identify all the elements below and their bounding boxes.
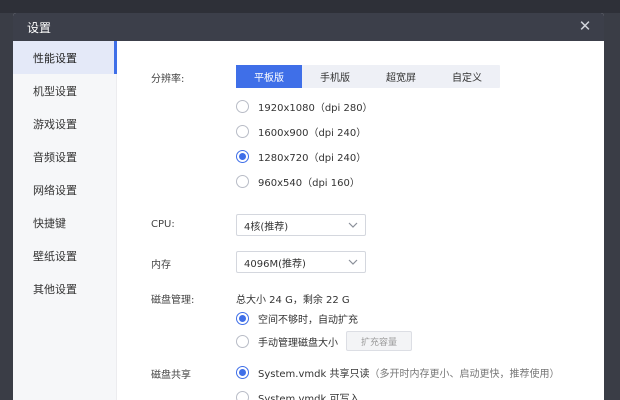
- radio-button[interactable]: [236, 175, 249, 188]
- disk-share-hint: （多开时内存更小、启动更快，推荐使用）: [369, 369, 560, 380]
- disk-summary: 总大小 24 G，剩余 22 G: [236, 295, 350, 306]
- settings-dialog: 设置 ✕ 性能设置 机型设置 游戏设置 音频设置 网络设置 快捷键 壁纸设置 其…: [13, 13, 604, 400]
- sidebar-item-wallpaper[interactable]: 壁纸设置: [13, 239, 116, 272]
- expand-capacity-button[interactable]: 扩充容量: [346, 331, 412, 351]
- memory-label: 内存: [151, 260, 171, 271]
- window-title: 设置: [27, 20, 52, 35]
- radio-button[interactable]: [236, 334, 249, 348]
- disk-option-label: 空间不够时，自动扩充: [258, 315, 358, 326]
- radio-button-checked[interactable]: [236, 150, 249, 163]
- resolution-tabs: 平板版 手机版 超宽屏 自定义: [236, 65, 500, 88]
- disk-share-option-readonly[interactable]: System.vmdk 共享只读 （多开时内存更小、启动更快，推荐使用）: [236, 365, 559, 380]
- chevron-down-icon: [348, 259, 358, 265]
- disk-share-option-label: System.vmdk 可写入: [258, 394, 360, 400]
- memory-select-value: 4096M(推荐): [244, 258, 306, 270]
- background-strip: [0, 0, 620, 13]
- resolution-option-1600[interactable]: 1600x900（dpi 240）: [236, 124, 366, 139]
- cpu-label: CPU:: [151, 219, 175, 230]
- disk-option-label: 手动管理磁盘大小: [258, 337, 338, 349]
- resolution-option-label: 960x540（dpi 160）: [258, 178, 360, 189]
- disk-option-auto[interactable]: 空间不够时，自动扩充: [236, 311, 358, 326]
- disk-share-option-label: System.vmdk 共享只读: [258, 369, 370, 380]
- disk-share-option-writable[interactable]: System.vmdk 可写入: [236, 390, 359, 400]
- resolution-option-label: 1920x1080（dpi 280）: [258, 103, 373, 114]
- tab-tablet[interactable]: 平板版: [236, 65, 302, 88]
- disk-share-label: 磁盘共享: [151, 370, 191, 381]
- disk-label: 磁盘管理:: [151, 295, 195, 306]
- sidebar: 性能设置 机型设置 游戏设置 音频设置 网络设置 快捷键 壁纸设置 其他设置: [13, 41, 117, 400]
- tab-ultrawide[interactable]: 超宽屏: [368, 65, 434, 88]
- resolution-label: 分辨率:: [151, 74, 185, 85]
- disk-option-manual[interactable]: 手动管理磁盘大小 扩充容量: [236, 331, 412, 351]
- radio-button[interactable]: [236, 125, 249, 138]
- radio-button-checked[interactable]: [236, 312, 249, 325]
- cpu-select[interactable]: 4核(推荐): [236, 214, 366, 236]
- title-bar: 设置 ✕: [13, 13, 604, 41]
- sidebar-item-device-model[interactable]: 机型设置: [13, 74, 116, 107]
- settings-content: 分辨率: 平板版 手机版 超宽屏 自定义 1920x1080（dpi 280） …: [117, 41, 604, 400]
- resolution-option-label: 1280x720（dpi 240）: [258, 153, 367, 164]
- resolution-option-1280[interactable]: 1280x720（dpi 240）: [236, 149, 366, 164]
- radio-button[interactable]: [236, 100, 249, 113]
- sidebar-item-other[interactable]: 其他设置: [13, 272, 116, 305]
- memory-select[interactable]: 4096M(推荐): [236, 251, 366, 273]
- resolution-option-960[interactable]: 960x540（dpi 160）: [236, 174, 360, 189]
- tab-custom[interactable]: 自定义: [434, 65, 500, 88]
- tab-phone[interactable]: 手机版: [302, 65, 368, 88]
- sidebar-item-game[interactable]: 游戏设置: [13, 107, 116, 140]
- sidebar-item-audio[interactable]: 音频设置: [13, 140, 116, 173]
- chevron-down-icon: [348, 222, 358, 228]
- sidebar-item-shortcuts[interactable]: 快捷键: [13, 206, 116, 239]
- cpu-select-value: 4核(推荐): [244, 221, 289, 233]
- radio-button-checked[interactable]: [236, 366, 249, 379]
- resolution-option-label: 1600x900（dpi 240）: [258, 128, 367, 139]
- sidebar-item-performance[interactable]: 性能设置: [13, 41, 117, 74]
- resolution-option-1920[interactable]: 1920x1080（dpi 280）: [236, 99, 373, 114]
- radio-button[interactable]: [236, 391, 249, 400]
- close-icon[interactable]: ✕: [576, 17, 594, 35]
- sidebar-item-network[interactable]: 网络设置: [13, 173, 116, 206]
